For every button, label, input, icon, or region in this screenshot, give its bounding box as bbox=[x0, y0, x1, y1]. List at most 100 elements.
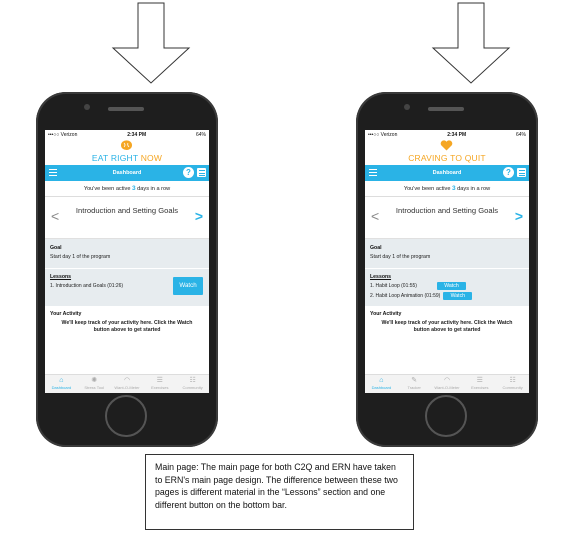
goal-section: Goal Start day 1 of the program bbox=[45, 239, 209, 268]
goal-heading: Goal bbox=[50, 245, 62, 251]
menu-icon[interactable] bbox=[49, 169, 57, 177]
app-title-main: EAT RIGHT bbox=[91, 153, 141, 163]
tab-label: Exercises bbox=[471, 385, 489, 390]
active-streak: You've been active 3 days in a row bbox=[365, 181, 529, 197]
carrier: •••○○ Verizon bbox=[368, 131, 398, 138]
watch-button[interactable]: Watch bbox=[443, 292, 473, 300]
chevron-left-icon[interactable]: < bbox=[371, 208, 379, 224]
community-icon: ☷ bbox=[189, 377, 196, 384]
app-title-accent: TO QUIT bbox=[450, 153, 486, 163]
camera bbox=[84, 104, 90, 110]
list-icon: ☰ bbox=[156, 377, 163, 384]
tab-tracker[interactable]: ✎ Tracker bbox=[398, 375, 431, 393]
chevron-left-icon[interactable]: < bbox=[51, 208, 59, 224]
nav-bar: Dashboard ? bbox=[365, 165, 529, 181]
tab-label: Tracker bbox=[407, 385, 421, 390]
activity-text: We'll keep track of your activity here. … bbox=[381, 320, 513, 333]
heart-icon bbox=[440, 140, 453, 151]
tab-dashboard[interactable]: ⌂ Dashboard bbox=[45, 375, 78, 393]
lesson-title: Introduction and Setting Goals bbox=[75, 206, 179, 215]
phone-c2q: •••○○ Verizon 2:34 PM 64% CRAVING TO QUI… bbox=[356, 92, 538, 447]
speaker bbox=[108, 107, 144, 111]
goal-text: Start day 1 of the program bbox=[370, 254, 431, 260]
app-title-main: CRAVING bbox=[408, 153, 451, 163]
battery: 64% bbox=[195, 131, 206, 138]
app-title: EAT RIGHT NOW bbox=[45, 153, 209, 163]
tab-label: Dashboard bbox=[371, 385, 392, 390]
battery: 64% bbox=[515, 131, 526, 138]
streak-suffix: days in a row bbox=[135, 186, 171, 192]
lesson-carousel: < Introduction and Setting Goals > bbox=[45, 197, 209, 239]
list-item: 2. Habit Loop Animation (01:59) Watch bbox=[370, 292, 524, 300]
chevron-right-icon[interactable]: > bbox=[195, 208, 203, 224]
streak-suffix: days in a row bbox=[455, 186, 491, 192]
down-arrow-icon bbox=[431, 2, 511, 84]
goal-section: Goal Start day 1 of the program bbox=[365, 239, 529, 268]
clock: 2:34 PM bbox=[127, 131, 147, 138]
activity-section: Your Activity We'll keep track of your a… bbox=[365, 306, 529, 339]
tab-dashboard[interactable]: ⌂ Dashboard bbox=[365, 375, 398, 393]
tab-label: Want-O-Meter bbox=[434, 385, 460, 390]
calendar-icon[interactable] bbox=[197, 168, 206, 177]
community-icon: ☷ bbox=[509, 377, 516, 384]
lesson-title: Introduction and Setting Goals bbox=[395, 206, 499, 215]
lesson-item-label: 1. Introduction and Goals (01:26) bbox=[50, 283, 124, 289]
tab-want-o-meter[interactable]: ◠ Want-O-Meter bbox=[431, 375, 464, 393]
active-streak: You've been active 3 days in a row bbox=[45, 181, 209, 197]
tab-community[interactable]: ☷ Community bbox=[176, 375, 209, 393]
tab-label: Community bbox=[502, 385, 523, 390]
help-button[interactable]: ? bbox=[503, 167, 514, 178]
streak-prefix: You've been active bbox=[403, 186, 452, 192]
lessons-section: Lessons 1. Habit Loop (01:55) Watch 2. Ha… bbox=[365, 269, 529, 306]
camera bbox=[404, 104, 410, 110]
tab-bar: ⌂ Dashboard ✺ Stress Tool ◠ Want-O-Meter ☰ E… bbox=[45, 374, 209, 393]
lesson-carousel: < Introduction and Setting Goals > bbox=[365, 197, 529, 239]
streak-prefix: You've been active bbox=[83, 186, 132, 192]
activity-heading: Your Activity bbox=[50, 311, 82, 317]
carrier: •••○○ Verizon bbox=[48, 131, 78, 138]
list-icon: ☰ bbox=[476, 377, 483, 384]
tab-bar: ⌂ Dashboard ✎ Tracker ◠ Want-O-Meter ☰ Exerc… bbox=[365, 374, 529, 393]
home-button[interactable] bbox=[425, 395, 467, 437]
tab-community[interactable]: ☷ Community bbox=[496, 375, 529, 393]
tab-label: Stress Tool bbox=[84, 385, 105, 390]
app-screen: •••○○ Verizon 2:34 PM 64% CRAVING TO QUI… bbox=[365, 130, 529, 393]
watch-button[interactable]: Watch bbox=[436, 282, 466, 290]
goal-heading: Goal bbox=[370, 245, 382, 251]
calendar-icon[interactable] bbox=[517, 168, 526, 177]
meter-icon: ◠ bbox=[443, 377, 451, 384]
brand-header: EAT RIGHT NOW bbox=[45, 139, 209, 165]
phone-ern: •••○○ Verizon 2:34 PM 64% EAT RIGHT NOW … bbox=[36, 92, 218, 447]
meter-icon: ◠ bbox=[123, 377, 131, 384]
watch-button[interactable]: Watch bbox=[173, 277, 203, 295]
brand-header: CRAVING TO QUIT bbox=[365, 139, 529, 165]
home-icon: ⌂ bbox=[379, 377, 384, 384]
stress-tool-icon: ✺ bbox=[91, 377, 98, 384]
help-button[interactable]: ? bbox=[183, 167, 194, 178]
lessons-heading[interactable]: Lessons bbox=[370, 274, 524, 280]
menu-icon[interactable] bbox=[369, 169, 377, 177]
status-bar: •••○○ Verizon 2:34 PM 64% bbox=[45, 130, 209, 139]
lesson-item-label: 1. Habit Loop (01:55) bbox=[370, 283, 417, 289]
lesson-item-label: 2. Habit Loop Animation (01:59) bbox=[370, 293, 441, 299]
speaker bbox=[428, 107, 464, 111]
nav-bar: Dashboard ? bbox=[45, 165, 209, 181]
caption-box: Main page: The main page for both C2Q an… bbox=[145, 454, 414, 530]
chevron-right-icon[interactable]: > bbox=[515, 208, 523, 224]
tab-exercises[interactable]: ☰ Exercises bbox=[143, 375, 176, 393]
tab-label: Exercises bbox=[151, 385, 169, 390]
activity-section: Your Activity We'll keep track of your a… bbox=[45, 306, 209, 339]
tab-label: Want-O-Meter bbox=[114, 385, 140, 390]
home-button[interactable] bbox=[105, 395, 147, 437]
tracker-icon: ✎ bbox=[411, 377, 418, 384]
app-title: CRAVING TO QUIT bbox=[365, 153, 529, 163]
app-screen: •••○○ Verizon 2:34 PM 64% EAT RIGHT NOW … bbox=[45, 130, 209, 393]
lessons-section: Lessons 1. Introduction and Goals (01:26… bbox=[45, 269, 209, 306]
tab-label: Community bbox=[182, 385, 203, 390]
tab-exercises[interactable]: ☰ Exercises bbox=[463, 375, 496, 393]
activity-heading: Your Activity bbox=[370, 311, 402, 317]
tab-stress-tool[interactable]: ✺ Stress Tool bbox=[78, 375, 111, 393]
brain-icon bbox=[121, 140, 132, 150]
down-arrow-icon bbox=[111, 2, 191, 84]
tab-want-o-meter[interactable]: ◠ Want-O-Meter bbox=[111, 375, 144, 393]
